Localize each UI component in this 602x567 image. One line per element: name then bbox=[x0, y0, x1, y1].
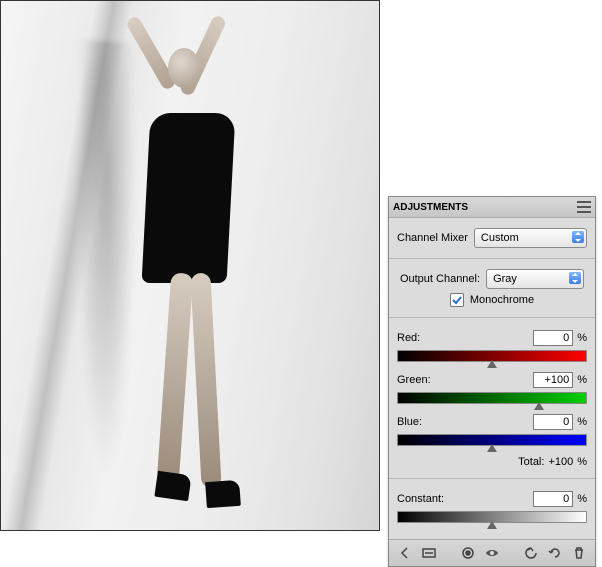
red-value-input[interactable] bbox=[533, 330, 573, 346]
adjustments-panel: ADJUSTMENTS Channel Mixer Custom Output … bbox=[388, 196, 596, 567]
red-slider-thumb[interactable] bbox=[487, 360, 497, 368]
red-slider-row: Red: % bbox=[397, 330, 587, 362]
reset-icon[interactable] bbox=[545, 544, 565, 562]
total-label: Total: bbox=[518, 456, 544, 468]
output-channel-label: Output Channel: bbox=[400, 273, 480, 285]
adjustment-type-label: Channel Mixer bbox=[397, 232, 468, 244]
blue-slider-track[interactable] bbox=[397, 434, 587, 446]
trash-icon[interactable] bbox=[569, 544, 589, 562]
output-channel-select[interactable]: Gray bbox=[486, 269, 584, 289]
document-canvas[interactable] bbox=[0, 0, 380, 531]
red-slider-track[interactable] bbox=[397, 350, 587, 362]
panel-title-text: ADJUSTMENTS bbox=[393, 202, 468, 213]
visibility-eye-icon[interactable] bbox=[482, 544, 502, 562]
constant-value-input[interactable] bbox=[533, 491, 573, 507]
total-value: +100 bbox=[548, 456, 573, 468]
panel-titlebar: ADJUSTMENTS bbox=[389, 197, 595, 218]
output-channel-value: Gray bbox=[493, 273, 517, 285]
constant-slider-row: Constant: % bbox=[397, 491, 587, 523]
constant-slider-track[interactable] bbox=[397, 511, 587, 523]
clip-to-layer-icon[interactable] bbox=[458, 544, 478, 562]
green-label: Green: bbox=[397, 374, 533, 386]
preset-select[interactable]: Custom bbox=[474, 228, 587, 248]
red-label: Red: bbox=[397, 332, 533, 344]
panel-bottom-bar bbox=[389, 539, 595, 566]
green-slider-thumb[interactable] bbox=[534, 402, 544, 410]
blue-value-input[interactable] bbox=[533, 414, 573, 430]
green-slider-row: Green: % bbox=[397, 372, 587, 404]
blue-label: Blue: bbox=[397, 416, 533, 428]
constant-label: Constant: bbox=[397, 493, 533, 505]
expand-view-icon[interactable] bbox=[419, 544, 439, 562]
percent-glyph: % bbox=[577, 332, 587, 344]
green-slider-track[interactable] bbox=[397, 392, 587, 404]
green-value-input[interactable] bbox=[533, 372, 573, 388]
blue-slider-row: Blue: % bbox=[397, 414, 587, 446]
panel-menu-icon[interactable] bbox=[577, 200, 591, 214]
monochrome-label: Monochrome bbox=[470, 294, 534, 306]
back-arrow-icon[interactable] bbox=[395, 544, 415, 562]
monochrome-checkbox[interactable] bbox=[450, 293, 464, 307]
blue-slider-thumb[interactable] bbox=[487, 444, 497, 452]
photo-subject bbox=[126, 13, 266, 513]
constant-slider-thumb[interactable] bbox=[487, 521, 497, 529]
preset-value: Custom bbox=[481, 232, 519, 244]
previous-state-icon[interactable] bbox=[521, 544, 541, 562]
